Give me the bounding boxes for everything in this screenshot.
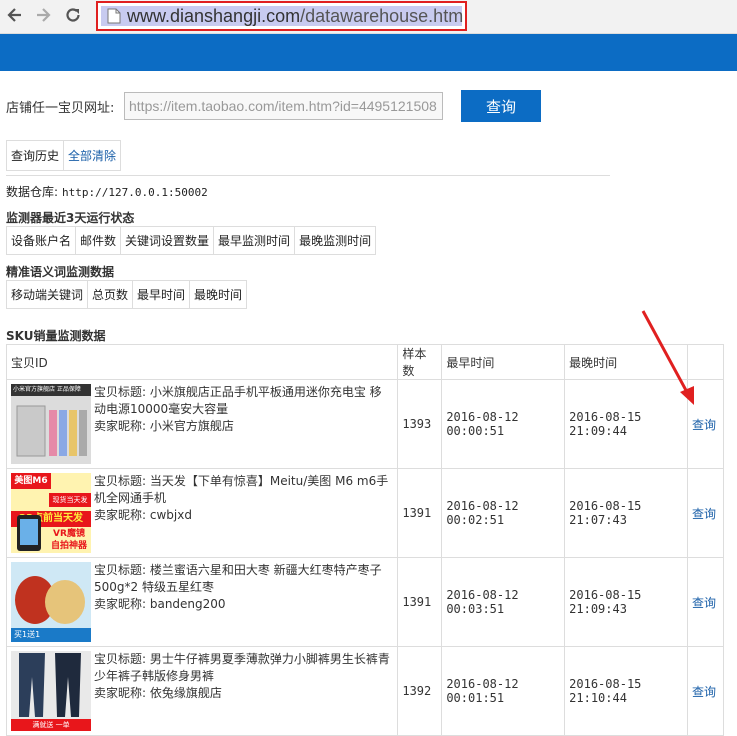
col-action [686, 344, 725, 380]
item-title: 宝贝标题: 小米旗舰店正品手机平板通用迷你充电宝 移动电源10000毫安大容量 [94, 385, 382, 416]
earliest-time: 2016-08-12 00:02:51 [441, 468, 566, 558]
data-warehouse-value: http://127.0.0.1:50002 [62, 186, 208, 199]
sample-count: 1392 [397, 646, 443, 736]
thumb-badge: 美图M6 [11, 473, 51, 489]
clear-all-link[interactable]: 全部清除 [64, 141, 120, 170]
sample-count: 1391 [397, 557, 443, 647]
col-latest: 最晚时间 [564, 344, 688, 380]
latest-time: 2016-08-15 21:07:43 [564, 468, 688, 558]
address-bar[interactable]: www.dianshangji.com/datawarehouse.htm [101, 6, 463, 27]
power-bank-image [16, 405, 87, 457]
row-query-link[interactable]: 查询 [692, 685, 716, 699]
col-earliest: 最早时间 [441, 344, 566, 380]
item-info: 小米官方旗舰店 正品保障 宝贝标题: 小米旗舰店正品手机平板通用迷你充电宝 移动… [11, 384, 393, 464]
latest-time: 2016-08-15 21:09:43 [564, 557, 688, 647]
sample-count: 1393 [397, 379, 443, 469]
col-earliest-time: 最早时间 [133, 281, 191, 308]
col-item-id: 宝贝ID [5, 344, 399, 380]
thumb-promo: 买1送1 [14, 630, 41, 639]
thumb-line1: VR魔镜 [53, 529, 85, 539]
data-warehouse-label: 数据仓库: [6, 185, 59, 199]
item-seller: 卖家昵称: 依兔缘旗舰店 [94, 686, 222, 700]
address-bar-highlight: www.dianshangji.com/datawarehouse.htm [96, 1, 467, 31]
thumb-line2: 自拍神器 [50, 541, 87, 551]
table-row: 美图M6 现货当天发 23点前当天发 VR魔镜 自拍神器 宝贝标题: 当天发【下… [5, 468, 725, 558]
item-cell: 买1送1 宝贝标题: 楼兰蜜语六星和田大枣 新疆大红枣特产枣子500g*2 特级… [5, 557, 399, 647]
search-row: 店铺任一宝贝网址: 查询 [6, 90, 541, 122]
item-info: 满就送 一单 宝贝标题: 男士牛仔裤男夏季薄款弹力小脚裤男生长裤青少年裤子韩版修… [11, 651, 393, 731]
earliest-time: 2016-08-12 00:00:51 [441, 379, 566, 469]
query-button[interactable]: 查询 [461, 90, 541, 122]
url-path: /datawarehouse.htm [300, 5, 464, 26]
sku-table: 宝贝ID 样本数 最早时间 最晚时间 小米官方旗舰店 正品保障 宝贝标题: 小米… [5, 344, 725, 736]
thumb-tag: 现货当天发 [49, 493, 91, 507]
url-host: www.dianshangji.com [127, 5, 301, 26]
query-history-label[interactable]: 查询历史 [7, 141, 65, 170]
item-seller: 卖家昵称: bandeng200 [94, 597, 226, 611]
item-thumbnail[interactable]: 买1送1 [11, 562, 91, 642]
reload-icon [66, 8, 80, 22]
browser-toolbar: www.dianshangji.com/datawarehouse.htm [0, 0, 737, 34]
col-device-account: 设备账户名 [7, 227, 77, 254]
back-arrow-icon [7, 8, 21, 22]
url-text: www.dianshangji.com/datawarehouse.htm [121, 6, 463, 27]
earliest-time: 2016-08-12 00:01:51 [441, 646, 566, 736]
table-row: 买1送1 宝贝标题: 楼兰蜜语六星和田大枣 新疆大红枣特产枣子500g*2 特级… [5, 557, 725, 647]
forward-arrow-icon [37, 8, 51, 22]
forward-button[interactable] [32, 4, 54, 26]
search-label: 店铺任一宝贝网址: [6, 100, 115, 116]
monitor-section-title: 监测器最近3天运行状态 [6, 211, 135, 225]
row-query-link[interactable]: 查询 [692, 507, 716, 521]
item-url-input[interactable] [124, 92, 443, 120]
col-mobile-keyword: 移动端关键词 [7, 281, 89, 308]
semantic-table-header: 移动端关键词 总页数 最早时间 最晚时间 [6, 280, 248, 309]
sample-count: 1391 [397, 468, 443, 558]
item-info: 买1送1 宝贝标题: 楼兰蜜语六星和田大枣 新疆大红枣特产枣子500g*2 特级… [11, 562, 393, 642]
item-seller: 卖家昵称: 小米官方旗舰店 [94, 419, 234, 433]
col-keyword-count: 关键词设置数量 [121, 227, 215, 254]
item-thumbnail[interactable]: 小米官方旗舰店 正品保障 [11, 384, 91, 464]
item-thumbnail[interactable]: 满就送 一单 [11, 651, 91, 731]
phone-image [17, 515, 41, 551]
page-icon [107, 8, 121, 24]
semantic-section-title: 精准语义词监测数据 [6, 265, 115, 279]
sku-section-title: SKU销量监测数据 [6, 329, 106, 343]
data-warehouse-info: 数据仓库: http://127.0.0.1:50002 [6, 183, 208, 200]
col-latest-monitor: 最晚监测时间 [299, 234, 372, 248]
item-title: 宝贝标题: 男士牛仔裤男夏季薄款弹力小脚裤男生长裤青少年裤子韩版修身男裤 [94, 652, 390, 683]
table-row: 小米官方旗舰店 正品保障 宝贝标题: 小米旗舰店正品手机平板通用迷你充电宝 移动… [5, 379, 725, 469]
item-cell: 美图M6 现货当天发 23点前当天发 VR魔镜 自拍神器 宝贝标题: 当天发【下… [5, 468, 399, 558]
latest-time: 2016-08-15 21:10:44 [564, 646, 688, 736]
monitor-table-header: 设备账户名 邮件数 关键词设置数量 最早监测时间 最晚监测时间 [6, 226, 377, 255]
earliest-time: 2016-08-12 00:03:51 [441, 557, 566, 647]
item-info: 美图M6 现货当天发 23点前当天发 VR魔镜 自拍神器 宝贝标题: 当天发【下… [11, 473, 393, 553]
reload-button[interactable] [62, 4, 84, 26]
query-history-bar: 查询历史 全部清除 [6, 140, 122, 171]
col-mail-count: 邮件数 [76, 227, 122, 254]
item-title: 宝贝标题: 楼兰蜜语六星和田大枣 新疆大红枣特产枣子500g*2 特级五星红枣 [94, 563, 382, 594]
col-latest-time: 最晚时间 [194, 288, 243, 302]
col-total-pages: 总页数 [88, 281, 134, 308]
sku-table-header: 宝贝ID 样本数 最早时间 最晚时间 [5, 344, 725, 380]
latest-time: 2016-08-15 21:09:44 [564, 379, 688, 469]
row-query-link[interactable]: 查询 [692, 596, 716, 610]
site-header-banner [0, 34, 737, 71]
row-query-link[interactable]: 查询 [692, 418, 716, 432]
item-title: 宝贝标题: 当天发【下单有惊喜】Meitu/美图 M6 m6手机全网通手机 [94, 474, 389, 505]
item-thumbnail[interactable]: 美图M6 现货当天发 23点前当天发 VR魔镜 自拍神器 [11, 473, 91, 553]
divider [6, 175, 610, 176]
col-sample-count: 样本数 [397, 344, 443, 380]
item-cell: 小米官方旗舰店 正品保障 宝贝标题: 小米旗舰店正品手机平板通用迷你充电宝 移动… [5, 379, 399, 469]
item-seller: 卖家昵称: cwbjxd [94, 508, 192, 522]
table-row: 满就送 一单 宝贝标题: 男士牛仔裤男夏季薄款弹力小脚裤男生长裤青少年裤子韩版修… [5, 646, 725, 736]
thumb-promo: 满就送 一单 [11, 719, 91, 731]
back-button[interactable] [4, 4, 26, 26]
col-earliest-monitor: 最早监测时间 [214, 227, 296, 254]
item-cell: 满就送 一单 宝贝标题: 男士牛仔裤男夏季薄款弹力小脚裤男生长裤青少年裤子韩版修… [5, 646, 399, 736]
